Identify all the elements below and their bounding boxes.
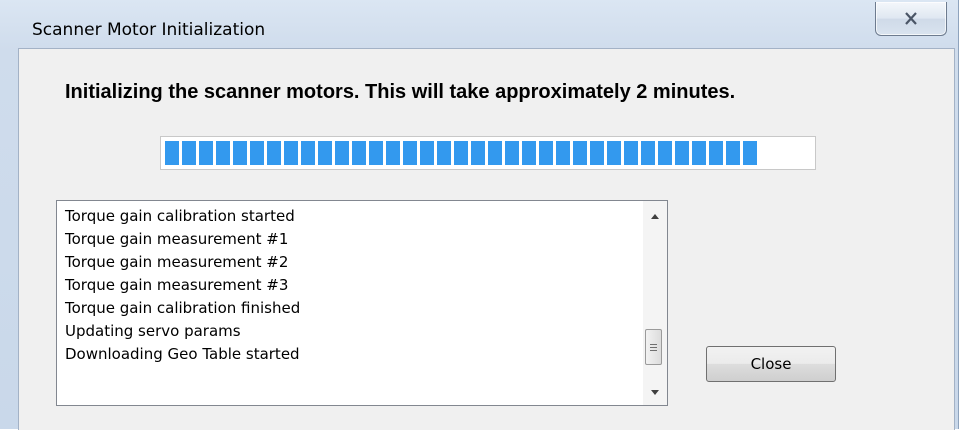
- log-line: Downloading Geo Table started: [65, 345, 300, 363]
- status-message: Initializing the scanner motors. This wi…: [65, 81, 736, 103]
- scroll-down-button[interactable]: [643, 381, 667, 403]
- progress-track: [165, 141, 811, 165]
- dialog-client-area: Initializing the scanner motors. This wi…: [18, 48, 955, 430]
- window-title: Scanner Motor Initialization: [32, 20, 266, 40]
- dialog-window: Scanner Motor Initialization Initializin…: [0, 0, 966, 430]
- progress-fill: [165, 141, 760, 165]
- triangle-up-icon: [651, 213, 659, 219]
- log-listbox[interactable]: Torque gain calibration started Torque ga…: [56, 200, 668, 406]
- close-x-icon: [905, 12, 917, 25]
- log-lines: Torque gain calibration started Torque ga…: [65, 205, 637, 366]
- scroll-thumb[interactable]: [645, 329, 662, 365]
- log-line: Torque gain calibration finished: [65, 299, 301, 317]
- log-scrollbar[interactable]: [643, 201, 667, 405]
- scroll-up-button[interactable]: [643, 205, 667, 227]
- log-line: Torque gain measurement #2: [65, 253, 289, 271]
- log-line: Updating servo params: [65, 322, 241, 340]
- log-line: Torque gain measurement #3: [65, 276, 289, 294]
- triangle-down-icon: [651, 389, 659, 395]
- log-line: Torque gain measurement #1: [65, 230, 289, 248]
- progress-bar: [160, 136, 816, 170]
- close-button[interactable]: Close: [706, 346, 836, 382]
- grip-icon: [650, 343, 657, 351]
- window-edge: [958, 0, 966, 429]
- log-line: Torque gain calibration started: [65, 207, 295, 225]
- window-close-button[interactable]: [875, 2, 947, 36]
